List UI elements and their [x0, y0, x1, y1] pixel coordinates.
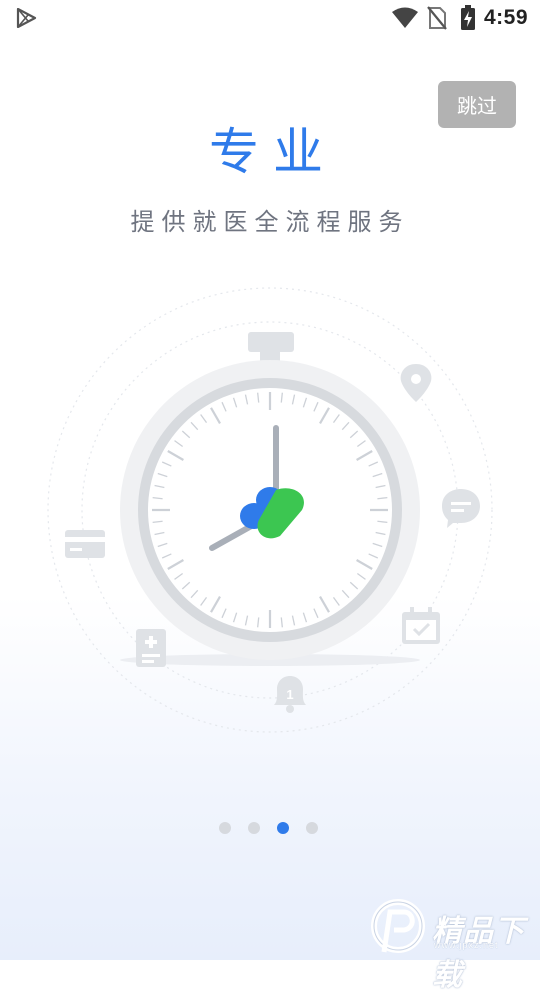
calendar-check-icon — [402, 607, 440, 644]
page-title: 专业 — [209, 124, 337, 180]
status-time: 4:59 — [483, 6, 528, 29]
battery-charging-icon — [461, 5, 475, 30]
watermark-logo-icon — [371, 899, 425, 953]
watermark-text: 精品下载 — [432, 915, 525, 992]
wifi-icon — [392, 7, 418, 28]
bell-badge: 1 — [286, 687, 293, 702]
page-dot-1[interactable] — [219, 822, 231, 834]
play-store-icon — [16, 8, 37, 28]
card-icon — [65, 530, 105, 558]
page-indicator — [219, 822, 318, 836]
location-pin-icon — [400, 364, 432, 402]
page-dot-3-active[interactable] — [277, 822, 289, 834]
watermark-url: www.jpxz.net — [434, 940, 499, 950]
illustration: 1 — [47, 287, 493, 733]
page-subtitle: 提供就医全流程服务 — [130, 209, 410, 236]
page-dot-2[interactable] — [248, 822, 260, 834]
status-bar: 4:59 — [0, 0, 540, 36]
medical-record-icon — [136, 629, 166, 667]
page-dot-4[interactable] — [306, 822, 318, 834]
bell-icon: 1 — [274, 676, 306, 713]
no-sim-icon — [427, 6, 447, 30]
chat-bubble-icon — [442, 489, 480, 528]
